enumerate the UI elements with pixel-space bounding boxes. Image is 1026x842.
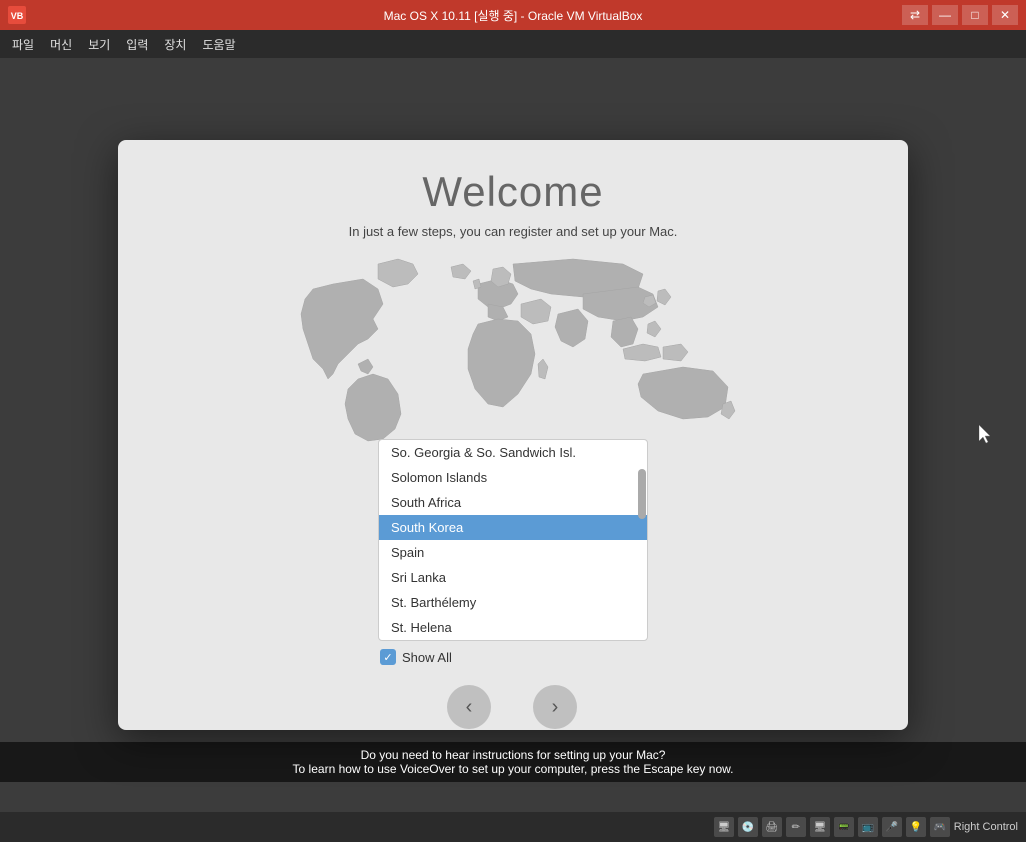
restore-button[interactable]: □ <box>962 5 988 25</box>
list-item[interactable]: Sri Lanka <box>379 565 647 590</box>
voiceover-line2: To learn how to use VoiceOver to set up … <box>20 762 1006 776</box>
voiceover-line1: Do you need to hear instructions for set… <box>20 748 1006 762</box>
sync-button[interactable]: ⇄ <box>902 5 928 25</box>
list-item[interactable]: So. Georgia & So. Sandwich Isl. <box>379 440 647 465</box>
continue-button[interactable]: › <box>533 685 577 729</box>
scrollbar[interactable] <box>638 469 646 519</box>
list-item[interactable]: St. Barthélemy <box>379 590 647 615</box>
list-item[interactable]: St. Helena <box>379 615 647 640</box>
country-list-container: So. Georgia & So. Sandwich Isl. Solomon … <box>378 439 648 641</box>
back-button-group: ‹ Back <box>447 685 491 730</box>
svg-text:VB: VB <box>11 11 24 21</box>
status-icon-4[interactable]: ✏ <box>786 817 806 837</box>
continue-button-group: › Continue <box>531 685 579 730</box>
status-icon-3[interactable]: 🖨 <box>762 817 782 837</box>
world-map <box>283 249 743 449</box>
status-icon-10[interactable]: 🎮 <box>930 817 950 837</box>
mouse-cursor <box>979 425 991 445</box>
voiceover-bar: Do you need to hear instructions for set… <box>0 742 1026 782</box>
menu-view[interactable]: 보기 <box>80 32 118 57</box>
status-icon-7[interactable]: 📺 <box>858 817 878 837</box>
list-item-selected[interactable]: South Korea <box>379 515 647 540</box>
vm-area: Welcome In just a few steps, you can reg… <box>0 58 1026 812</box>
status-icon-9[interactable]: 💡 <box>906 817 926 837</box>
menu-input[interactable]: 입력 <box>118 32 156 57</box>
show-all-label: Show All <box>402 650 452 665</box>
list-item[interactable]: South Africa <box>379 490 647 515</box>
vbox-logo: VB <box>8 6 26 24</box>
menu-machine[interactable]: 머신 <box>42 32 80 57</box>
menu-device[interactable]: 장치 <box>156 32 194 57</box>
list-item[interactable]: Solomon Islands <box>379 465 647 490</box>
right-control-label: Right Control <box>954 821 1018 833</box>
navigation-buttons: ‹ Back › Continue <box>447 685 579 730</box>
list-item[interactable]: Spain <box>379 540 647 565</box>
menu-file[interactable]: 파일 <box>4 32 42 57</box>
welcome-subtitle: In just a few steps, you can register an… <box>349 224 678 239</box>
status-icon-1[interactable]: 🖥 <box>714 817 734 837</box>
status-icon-2[interactable]: 💿 <box>738 817 758 837</box>
setup-window: Welcome In just a few steps, you can reg… <box>118 140 908 730</box>
menu-help[interactable]: 도움말 <box>194 32 243 57</box>
window-title: Mac OS X 10.11 [실행 중] - Oracle VM Virtua… <box>384 7 643 24</box>
status-icon-6[interactable]: 📟 <box>834 817 854 837</box>
status-icon-8[interactable]: 🎤 <box>882 817 902 837</box>
close-button[interactable]: ✕ <box>992 5 1018 25</box>
window-controls: ⇄ — □ ✕ <box>902 5 1018 25</box>
back-button[interactable]: ‹ <box>447 685 491 729</box>
show-all-container[interactable]: ✓ Show All <box>380 649 452 665</box>
minimize-button[interactable]: — <box>932 5 958 25</box>
welcome-title: Welcome <box>422 168 603 216</box>
country-list[interactable]: So. Georgia & So. Sandwich Isl. Solomon … <box>378 439 648 641</box>
status-icon-5[interactable]: 🖥 <box>810 817 830 837</box>
show-all-checkbox[interactable]: ✓ <box>380 649 396 665</box>
menu-bar: 파일 머신 보기 입력 장치 도움말 <box>0 30 1026 58</box>
status-bar: 🖥 💿 🖨 ✏ 🖥 📟 📺 🎤 💡 🎮 Right Control <box>0 812 1026 842</box>
title-bar: VB Mac OS X 10.11 [실행 중] - Oracle VM Vir… <box>0 0 1026 30</box>
